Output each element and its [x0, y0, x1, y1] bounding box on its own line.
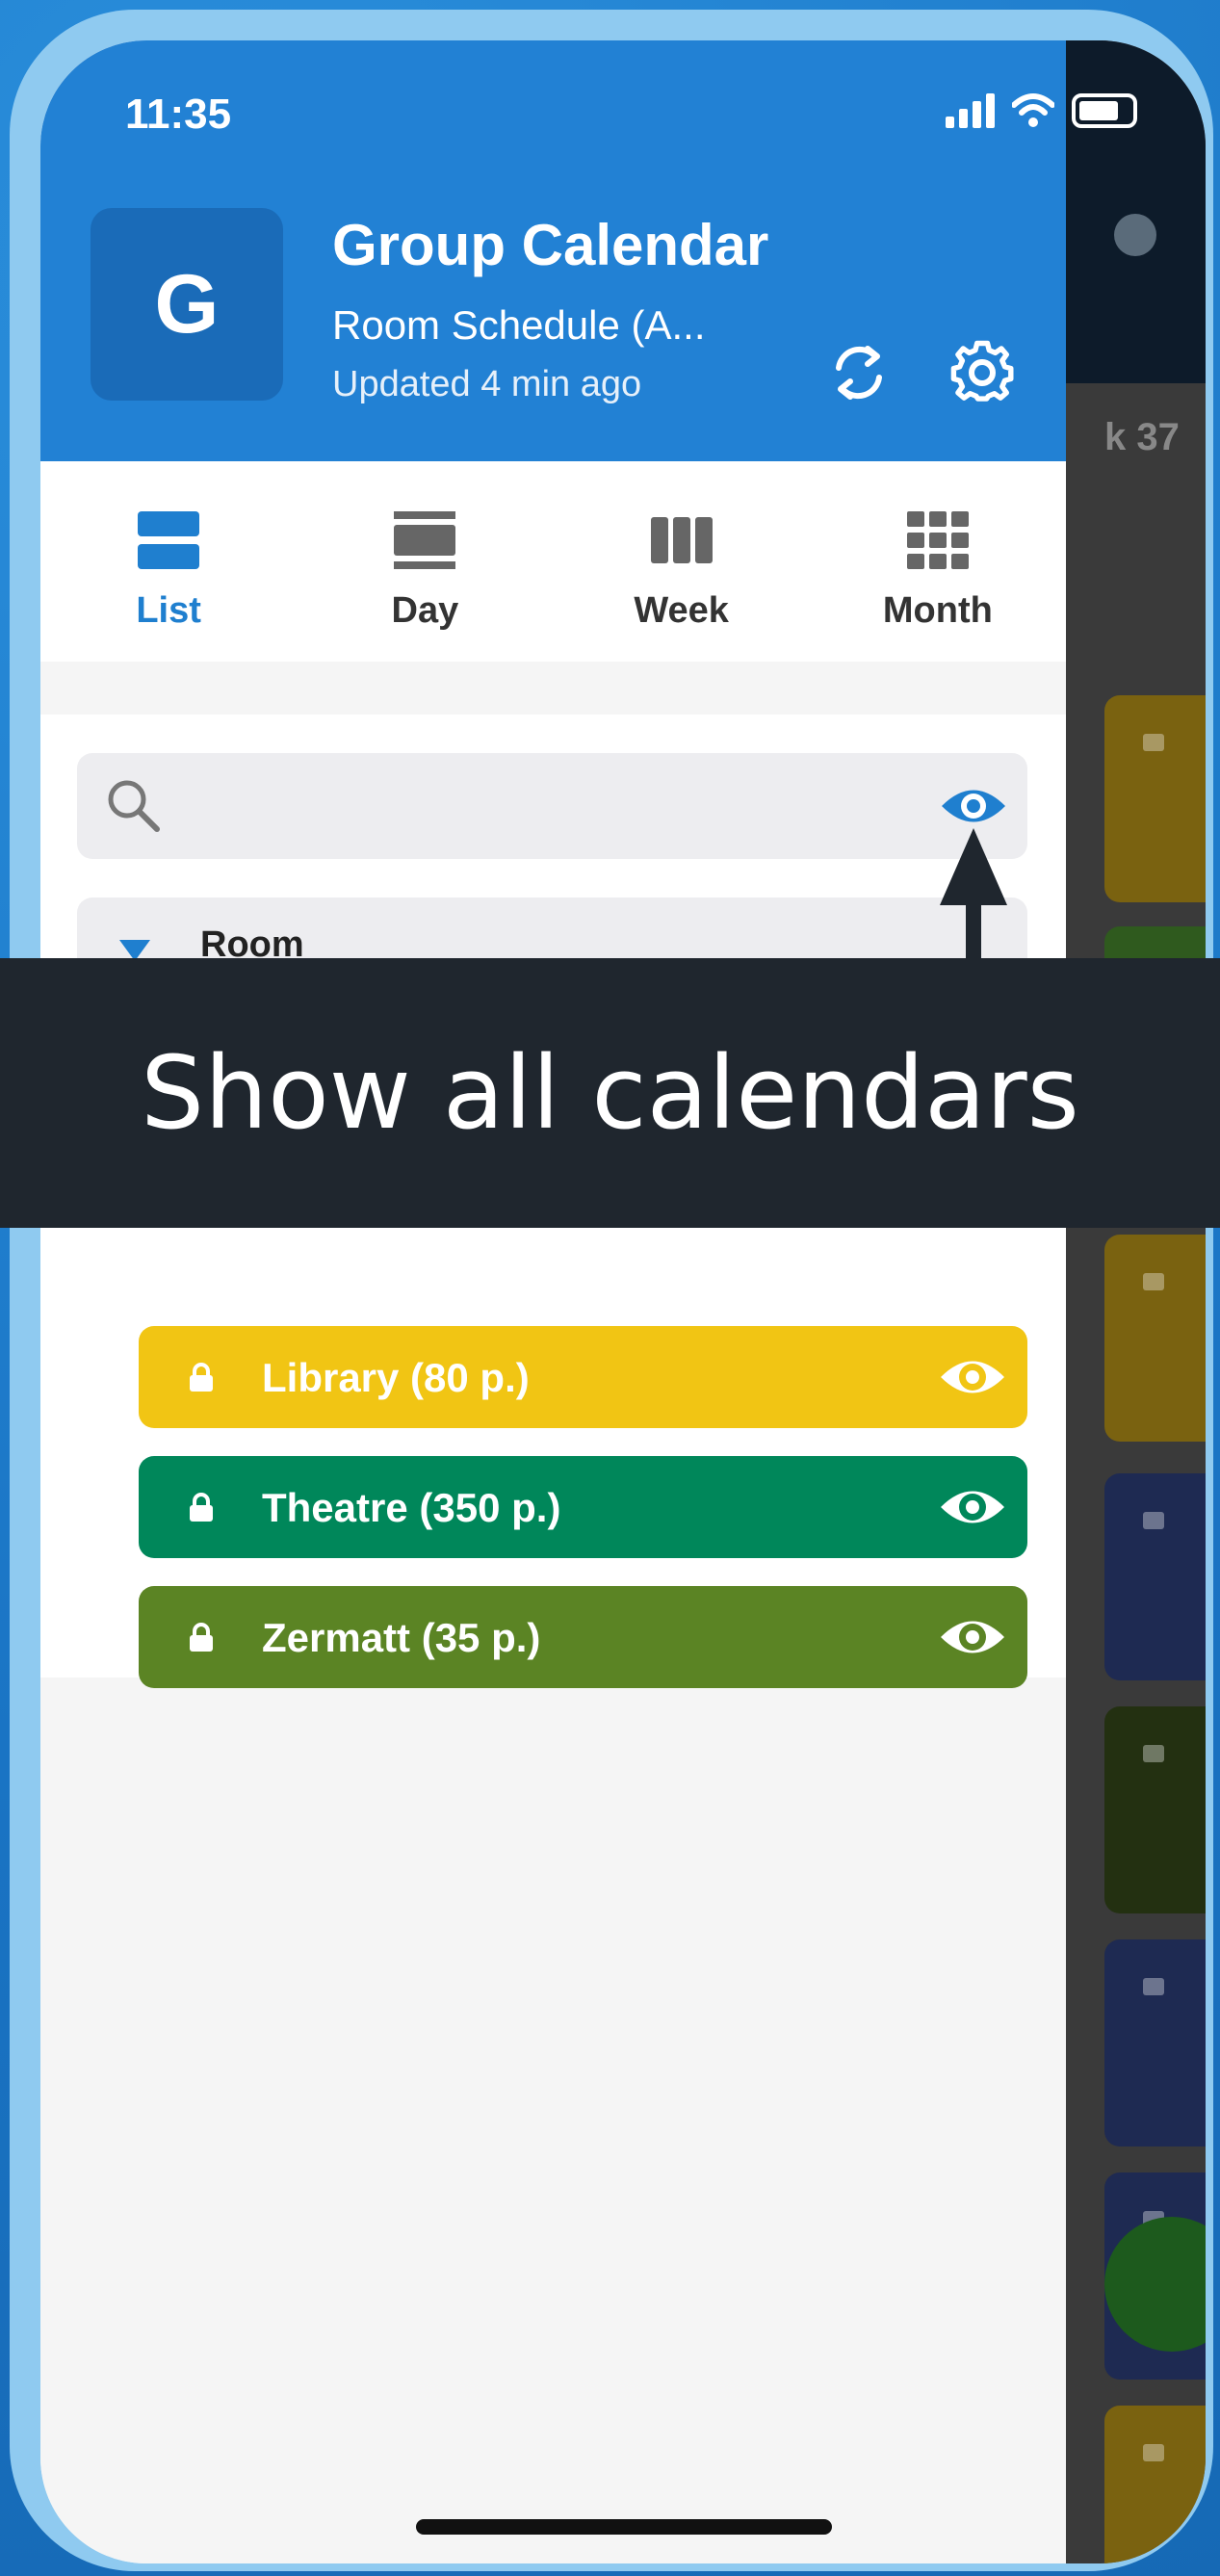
- tab-day[interactable]: Day: [297, 461, 553, 662]
- drawer-header: 11:35 G Group Calendar Room Schedule (A.…: [40, 40, 1137, 461]
- wifi-icon: [1012, 93, 1054, 127]
- calendar-item-library[interactable]: Library (80 p.): [139, 1326, 1027, 1428]
- calendar-subtitle: Room Schedule (A...: [332, 302, 706, 348]
- eye-icon[interactable]: [938, 1351, 1007, 1403]
- month-view-icon: [906, 511, 969, 569]
- calendar-label: Zermatt (35 p.): [262, 1615, 541, 1660]
- calendar-item-zermatt[interactable]: Zermatt (35 p.): [139, 1586, 1027, 1688]
- lock-icon: [1143, 2444, 1164, 2461]
- profile-icon: [1114, 214, 1156, 256]
- show-all-eye-icon[interactable]: [939, 780, 1008, 832]
- signal-icon: [946, 93, 995, 128]
- week-view-icon: [650, 517, 713, 563]
- avatar-letter: G: [154, 257, 220, 351]
- lock-icon: [1143, 1745, 1164, 1762]
- day-view-icon: [394, 511, 456, 569]
- tab-week-label: Week: [634, 590, 729, 631]
- tooltip-banner: Show all calendars: [0, 958, 1220, 1228]
- pointer-arrow: [940, 828, 1007, 963]
- updated-status: Updated 4 min ago: [332, 364, 642, 404]
- event-card: [1104, 1235, 1206, 1442]
- lock-icon: [190, 1623, 213, 1652]
- event-card: [1104, 1473, 1206, 1680]
- lock-icon: [1143, 1273, 1164, 1290]
- tab-month-label: Month: [882, 590, 993, 631]
- search-icon: [108, 780, 160, 832]
- calendar-item-theatre[interactable]: Theatre (350 p.): [139, 1456, 1027, 1558]
- background-app-header: [1066, 40, 1206, 383]
- calendar-title: Group Calendar: [332, 213, 769, 277]
- tab-day-label: Day: [391, 590, 459, 631]
- refresh-icon: [836, 346, 882, 400]
- search-field[interactable]: [77, 753, 1027, 859]
- tab-week[interactable]: Week: [554, 461, 810, 662]
- calendar-drawer: 11:35 G Group Calendar Room Schedule (A.…: [40, 40, 1137, 2563]
- tab-list[interactable]: List: [40, 461, 297, 662]
- lock-icon: [1143, 1512, 1164, 1529]
- eye-icon[interactable]: [938, 1611, 1007, 1663]
- calendar-label: Library (80 p.): [262, 1355, 530, 1400]
- group-avatar: G: [91, 208, 283, 401]
- event-card: [1104, 1706, 1206, 1913]
- phone-screen: k 37 11:35 G Group Calendar Room Schedul…: [40, 40, 1206, 2563]
- lock-icon: [190, 1363, 213, 1392]
- gear-icon: [950, 340, 1014, 402]
- status-time: 11:35: [125, 91, 232, 138]
- settings-button[interactable]: [944, 334, 1021, 411]
- battery-icon: [1072, 93, 1137, 128]
- lock-icon: [190, 1493, 213, 1522]
- background-app: k 37: [1066, 40, 1206, 2563]
- refresh-button[interactable]: [820, 334, 897, 411]
- view-tabs: List Day Week Month: [40, 461, 1066, 662]
- home-indicator: [416, 2519, 832, 2535]
- calendar-label: Theatre (350 p.): [262, 1485, 561, 1530]
- event-card: [1104, 2406, 1206, 2563]
- event-card: [1104, 1939, 1206, 2147]
- tab-list-label: List: [136, 590, 201, 631]
- eye-icon[interactable]: [938, 1481, 1007, 1533]
- event-card: [1104, 695, 1206, 902]
- week-number: k 37: [1104, 416, 1180, 458]
- tab-month[interactable]: Month: [810, 461, 1066, 662]
- lock-icon: [1143, 1978, 1164, 1995]
- lock-icon: [1143, 734, 1164, 751]
- tooltip-text: Show all calendars: [141, 1034, 1079, 1152]
- status-icons: [946, 93, 1137, 128]
- list-view-icon: [138, 511, 200, 569]
